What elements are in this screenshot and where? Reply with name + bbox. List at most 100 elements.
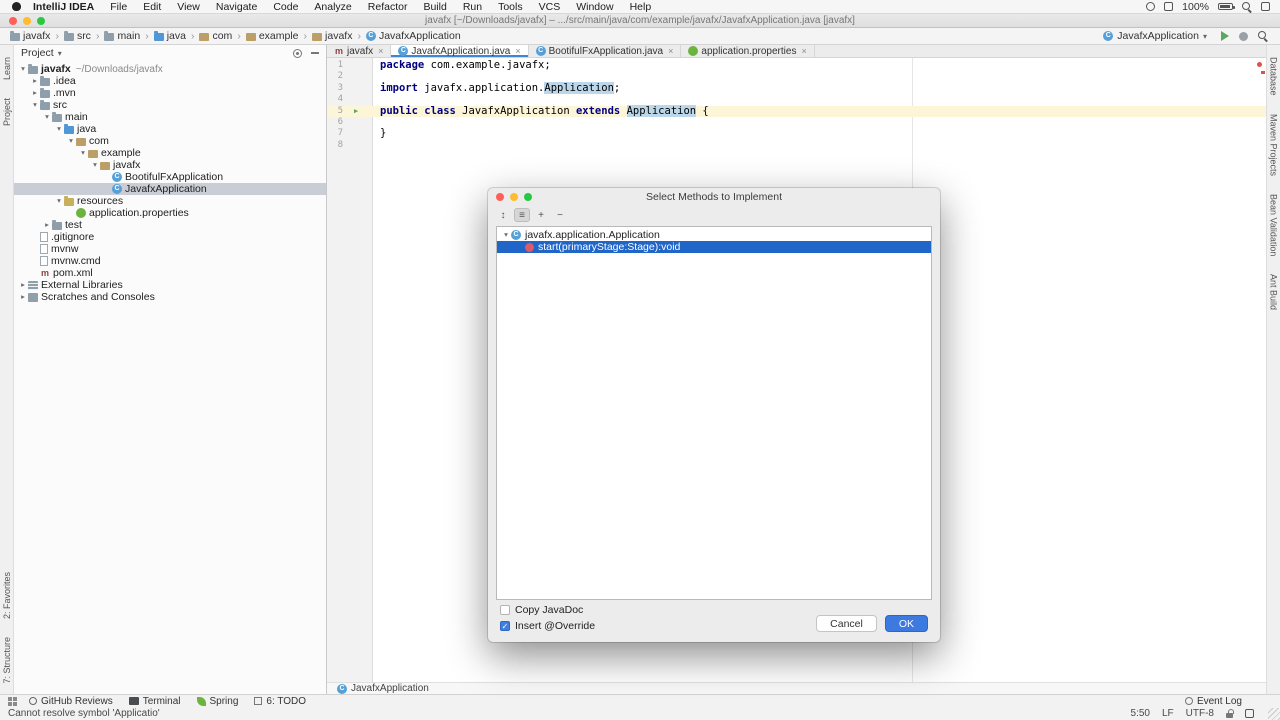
chevron-right-icon[interactable]: ▸ (30, 87, 40, 99)
line-number[interactable]: 3 (327, 83, 347, 94)
run-button[interactable] (1221, 31, 1229, 41)
spotlight-search-icon[interactable] (1242, 1, 1252, 12)
dialog-minimize-icon[interactable] (510, 193, 518, 201)
breadcrumb-item-com[interactable]: com (197, 30, 234, 42)
dialog-tree-row-javafx-application-application[interactable]: ▾ Cjavafx.application.Application (497, 229, 931, 241)
chevron-down-icon[interactable]: ▾ (66, 135, 76, 147)
breadcrumb-item-javafx[interactable]: javafx (310, 30, 354, 42)
tree-row-com[interactable]: ▾ com (14, 135, 326, 147)
line-number[interactable]: 5 (327, 106, 347, 117)
chevron-right-icon[interactable]: ▸ (42, 219, 52, 231)
toolwindow-button-terminal[interactable]: Terminal (128, 696, 181, 707)
stripe-button-2-favorites[interactable]: 2: Favorites (2, 572, 12, 619)
toolwindow-switcher-icon[interactable] (8, 696, 17, 706)
tree-row-bootifulfxapplication[interactable]: C BootifulFxApplication (14, 171, 326, 183)
cancel-button[interactable]: Cancel (816, 615, 877, 632)
dialog-titlebar[interactable]: Select Methods to Implement (488, 188, 940, 206)
stripe-button-7-structure[interactable]: 7: Structure (2, 637, 12, 684)
editor-tab-application-properties[interactable]: application.properties × (681, 45, 815, 57)
menu-refactor[interactable]: Refactor (360, 0, 416, 14)
chevron-down-icon[interactable]: ▾ (90, 159, 100, 171)
run-config-selector[interactable]: C JavafxApplication ▾ (1099, 29, 1211, 43)
line-number[interactable]: 6 (327, 117, 347, 128)
editor-breadcrumb-label[interactable]: JavafxApplication (351, 683, 429, 694)
tree-row-pom-xml[interactable]: m pom.xml (14, 267, 326, 279)
readonly-lock-icon[interactable] (1226, 709, 1234, 718)
event-log-button[interactable]: Event Log (1184, 696, 1242, 707)
tree-row-scratches-and-consoles[interactable]: ▸ Scratches and Consoles (14, 291, 326, 303)
tree-row-java[interactable]: ▾ java (14, 123, 326, 135)
line-number[interactable]: 4 (327, 94, 347, 105)
menu-vcs[interactable]: VCS (531, 0, 569, 14)
chevron-down-icon[interactable]: ▾ (18, 63, 28, 75)
line-separator[interactable]: LF (1162, 708, 1174, 719)
tree-row-mvnw[interactable]: mvnw (14, 243, 326, 255)
search-everywhere-icon[interactable] (1258, 31, 1268, 41)
checkbox-insert-override[interactable]: ✓ Insert @Override (500, 620, 595, 632)
chevron-down-icon[interactable]: ▾ (501, 229, 511, 241)
breadcrumb-item-src[interactable]: src (62, 30, 93, 42)
stripe-button-database[interactable]: Database (1269, 57, 1279, 96)
breadcrumb-item-javafxapplication[interactable]: C JavafxApplication (364, 30, 463, 42)
chevron-down-icon[interactable]: ▾ (30, 99, 40, 111)
line-number[interactable]: 8 (327, 140, 347, 151)
close-icon[interactable]: × (668, 46, 673, 56)
tree-row-src[interactable]: ▾ src (14, 99, 326, 111)
hide-panel-icon[interactable] (311, 52, 319, 54)
tree-row-javafx[interactable]: ▾ javafx (14, 159, 326, 171)
chevron-down-icon[interactable]: ▾ (54, 195, 64, 207)
chevron-down-icon[interactable]: ▾ (78, 147, 88, 159)
menu-help[interactable]: Help (622, 0, 660, 14)
tree-row-idea[interactable]: ▸ .idea (14, 75, 326, 87)
menu-build[interactable]: Build (415, 0, 454, 14)
toolwindow-button-github-reviews[interactable]: GitHub Reviews (29, 696, 113, 707)
tree-row-javafxapplication[interactable]: C JavafxApplication (14, 183, 326, 195)
debug-button[interactable] (1239, 31, 1248, 41)
tree-row-mvnw-cmd[interactable]: mvnw.cmd (14, 255, 326, 267)
tree-row-mvn[interactable]: ▸ .mvn (14, 87, 326, 99)
sort-alphabetically-icon[interactable]: ↕ (495, 208, 511, 222)
editor-tab-javafxapplication-java[interactable]: C JavafxApplication.java × (391, 45, 529, 57)
menu-view[interactable]: View (169, 0, 208, 14)
ok-button[interactable]: OK (884, 615, 928, 632)
tree-row-example[interactable]: ▾ example (14, 147, 326, 159)
chevron-right-icon[interactable]: ▸ (30, 75, 40, 87)
show-classes-icon[interactable]: ≡ (514, 208, 530, 222)
dialog-close-icon[interactable] (496, 193, 504, 201)
breadcrumb-item-java[interactable]: java (152, 30, 188, 42)
tree-row-application-properties[interactable]: application.properties (14, 207, 326, 219)
dialog-zoom-icon[interactable] (524, 193, 532, 201)
breadcrumb-item-example[interactable]: example (244, 30, 301, 42)
close-icon[interactable]: × (801, 46, 806, 56)
menubar-extra-icon[interactable] (1146, 2, 1156, 11)
checkbox-copy-javadoc[interactable]: Copy JavaDoc (500, 604, 595, 616)
chevron-down-icon[interactable]: ▾ (42, 111, 52, 123)
chevron-right-icon[interactable]: ▸ (18, 279, 28, 291)
menu-analyze[interactable]: Analyze (306, 0, 359, 14)
menu-navigate[interactable]: Navigate (208, 0, 265, 14)
toolwindow-button-spring[interactable]: Spring (196, 696, 238, 707)
error-stripe-mark[interactable] (1261, 71, 1265, 74)
checkbox-box[interactable] (500, 605, 510, 615)
menu-code[interactable]: Code (265, 0, 306, 14)
tree-row-resources[interactable]: ▾ resources (14, 195, 326, 207)
menu-file[interactable]: File (102, 0, 135, 14)
menu-edit[interactable]: Edit (135, 0, 169, 14)
settings-gear-icon[interactable] (293, 48, 302, 58)
collapse-all-icon[interactable]: − (552, 208, 568, 222)
menu-tools[interactable]: Tools (490, 0, 531, 14)
chevron-down-icon[interactable]: ▾ (58, 49, 62, 58)
tree-row-gitignore[interactable]: .gitignore (14, 231, 326, 243)
zoom-window-icon[interactable] (37, 17, 45, 25)
chevron-down-icon[interactable]: ▾ (54, 123, 64, 135)
toolwindow-button-6-todo[interactable]: 6: TODO (254, 696, 306, 707)
stripe-button-maven-projects[interactable]: Maven Projects (1269, 114, 1279, 176)
breadcrumb-item-javafx[interactable]: javafx (8, 30, 52, 42)
control-center-icon[interactable] (1261, 2, 1270, 11)
run-gutter-icon[interactable]: ▶ (347, 106, 373, 117)
dialog-tree-row-start-primarystage-stage-void[interactable]: start(primaryStage:Stage):void (497, 241, 931, 253)
tree-row-test[interactable]: ▸ test (14, 219, 326, 231)
file-encoding[interactable]: UTF-8 (1186, 708, 1214, 719)
display-icon[interactable] (1164, 2, 1174, 11)
tree-row-javafx[interactable]: ▾ javafx ~/Downloads/javafx (14, 63, 326, 75)
